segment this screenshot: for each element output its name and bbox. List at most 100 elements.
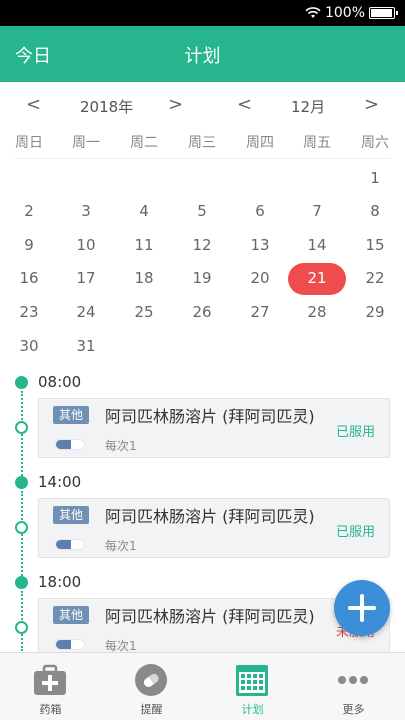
calendar-day-number: 2 bbox=[24, 202, 34, 220]
category-tag: 其他 bbox=[53, 406, 90, 424]
taken-status[interactable]: 已服用 bbox=[336, 421, 375, 440]
calendar-day[interactable]: 24 bbox=[57, 297, 115, 327]
calendar-day-number: 19 bbox=[192, 269, 212, 287]
calendar-icon bbox=[236, 665, 268, 696]
calendar-day[interactable]: 9 bbox=[0, 230, 58, 260]
year-label: 2018年 bbox=[80, 98, 134, 116]
timeline-ring bbox=[15, 421, 28, 434]
calendar-day[interactable]: 16 bbox=[0, 263, 58, 293]
calendar-day[interactable]: 3 bbox=[57, 196, 115, 226]
calendar-day-number: 26 bbox=[192, 303, 212, 321]
calendar-day[interactable]: 13 bbox=[231, 230, 289, 260]
capsule-icon bbox=[55, 539, 85, 550]
calendar-day[interactable]: 8 bbox=[346, 196, 404, 226]
medication-name: 阿司匹林肠溶片 (拜阿司匹灵) bbox=[105, 607, 315, 626]
calendar-day-number: 27 bbox=[250, 303, 270, 321]
calendar-day-number: 25 bbox=[134, 303, 154, 321]
app-root: 100% 今日 计划 < 2018年 > < 12月 > 周日 周一 周二 周三… bbox=[0, 0, 405, 720]
weekday-tue: 周二 bbox=[130, 135, 158, 151]
calendar-day[interactable]: 1 bbox=[346, 163, 404, 193]
calendar-day-selected[interactable]: 21 bbox=[288, 263, 346, 295]
calendar-day[interactable]: 20 bbox=[231, 263, 289, 293]
month-label: 12月 bbox=[291, 98, 326, 116]
app-header: 今日 计划 bbox=[0, 26, 405, 82]
calendar-day-number: 7 bbox=[312, 202, 322, 220]
nav-plan[interactable]: 计划 bbox=[202, 653, 303, 720]
calendar-day-number: 6 bbox=[255, 202, 265, 220]
calendar-day-number: 11 bbox=[134, 236, 154, 254]
taken-status[interactable]: 已服用 bbox=[336, 521, 375, 540]
nav-more[interactable]: 更多 bbox=[303, 653, 404, 720]
page-title: 计划 bbox=[184, 46, 221, 67]
medicine-box-icon bbox=[34, 664, 66, 695]
calendar-day-number: 10 bbox=[76, 236, 96, 254]
prev-month-button[interactable]: < bbox=[237, 94, 252, 115]
calendar-day[interactable]: 7 bbox=[288, 196, 346, 226]
calendar-day-number: 8 bbox=[370, 202, 380, 220]
battery-fill bbox=[371, 9, 392, 17]
weekday-divider bbox=[15, 158, 390, 159]
calendar-day-number: 13 bbox=[250, 236, 270, 254]
weekday-thu: 周四 bbox=[246, 135, 274, 151]
calendar-day[interactable]: 4 bbox=[115, 196, 173, 226]
bottom-nav: 药箱 提醒 计划 更多 bbox=[0, 652, 405, 720]
calendar-day[interactable]: 5 bbox=[173, 196, 231, 226]
calendar-day[interactable]: 12 bbox=[173, 230, 231, 260]
capsule-icon bbox=[55, 439, 85, 450]
status-right: 100% bbox=[305, 4, 398, 22]
calendar-day[interactable]: 10 bbox=[57, 230, 115, 260]
category-tag: 其他 bbox=[53, 606, 90, 624]
calendar-day-number: 21 bbox=[307, 269, 327, 287]
calendar-day[interactable]: 14 bbox=[288, 230, 346, 260]
weekday-header: 周日 周一 周二 周三 周四 周五 周六 bbox=[0, 128, 405, 156]
timeline-dot bbox=[15, 476, 28, 489]
weekday-sat: 周六 bbox=[361, 135, 389, 151]
calendar-day[interactable]: 28 bbox=[288, 297, 346, 327]
calendar-day[interactable]: 29 bbox=[346, 297, 404, 327]
nav-label: 药箱 bbox=[39, 703, 62, 716]
medication-card[interactable]: 其他 阿司匹林肠溶片 (拜阿司匹灵) 每次1 已服用 bbox=[38, 398, 390, 458]
calendar-day[interactable]: 26 bbox=[173, 297, 231, 327]
calendar-day[interactable]: 6 bbox=[231, 196, 289, 226]
wifi-icon bbox=[305, 7, 321, 18]
calendar-day-number: 23 bbox=[19, 303, 39, 321]
add-plan-button[interactable] bbox=[334, 580, 390, 636]
calendar-day[interactable]: 18 bbox=[115, 263, 173, 293]
calendar-day-number: 1 bbox=[370, 169, 380, 187]
calendar-day[interactable]: 25 bbox=[115, 297, 173, 327]
calendar-day[interactable]: 17 bbox=[57, 263, 115, 293]
calendar-day-number: 20 bbox=[250, 269, 270, 287]
calendar-day[interactable]: 23 bbox=[0, 297, 58, 327]
schedule-time: 18:00 bbox=[38, 573, 82, 591]
nav-medicine-box[interactable]: 药箱 bbox=[0, 653, 101, 720]
prev-year-button[interactable]: < bbox=[26, 94, 41, 115]
next-year-button[interactable]: > bbox=[168, 94, 183, 115]
nav-label: 更多 bbox=[342, 703, 365, 716]
calendar-day[interactable]: 27 bbox=[231, 297, 289, 327]
medication-card[interactable]: 其他 阿司匹林肠溶片 (拜阿司匹灵) 每次1 已服用 bbox=[38, 498, 390, 558]
calendar-day[interactable]: 2 bbox=[0, 196, 58, 226]
next-month-button[interactable]: > bbox=[364, 94, 379, 115]
calendar-day[interactable]: 19 bbox=[173, 263, 231, 293]
calendar-day[interactable]: 11 bbox=[115, 230, 173, 260]
calendar-day-number: 5 bbox=[197, 202, 207, 220]
calendar-day[interactable]: 30 bbox=[0, 331, 58, 361]
timeline-dot bbox=[15, 576, 28, 589]
weekday-sun: 周日 bbox=[15, 135, 43, 151]
calendar-day-number: 18 bbox=[134, 269, 154, 287]
schedule-time: 14:00 bbox=[38, 473, 82, 491]
calendar-day[interactable]: 31 bbox=[57, 331, 115, 361]
calendar-day-number: 22 bbox=[365, 269, 385, 287]
calendar-day-number: 14 bbox=[307, 236, 327, 254]
nav-reminder[interactable]: 提醒 bbox=[101, 653, 202, 720]
dose-text: 每次1 bbox=[105, 539, 137, 553]
weekday-wed: 周三 bbox=[188, 135, 216, 151]
calendar-day-number: 28 bbox=[307, 303, 327, 321]
dose-text: 每次1 bbox=[105, 439, 137, 453]
calendar-day[interactable]: 22 bbox=[346, 263, 404, 293]
calendar-day[interactable]: 15 bbox=[346, 230, 404, 260]
calendar-day-number: 31 bbox=[76, 337, 96, 355]
calendar-day-number: 4 bbox=[139, 202, 149, 220]
calendar-day-number: 30 bbox=[19, 337, 39, 355]
capsule-icon bbox=[55, 639, 85, 650]
